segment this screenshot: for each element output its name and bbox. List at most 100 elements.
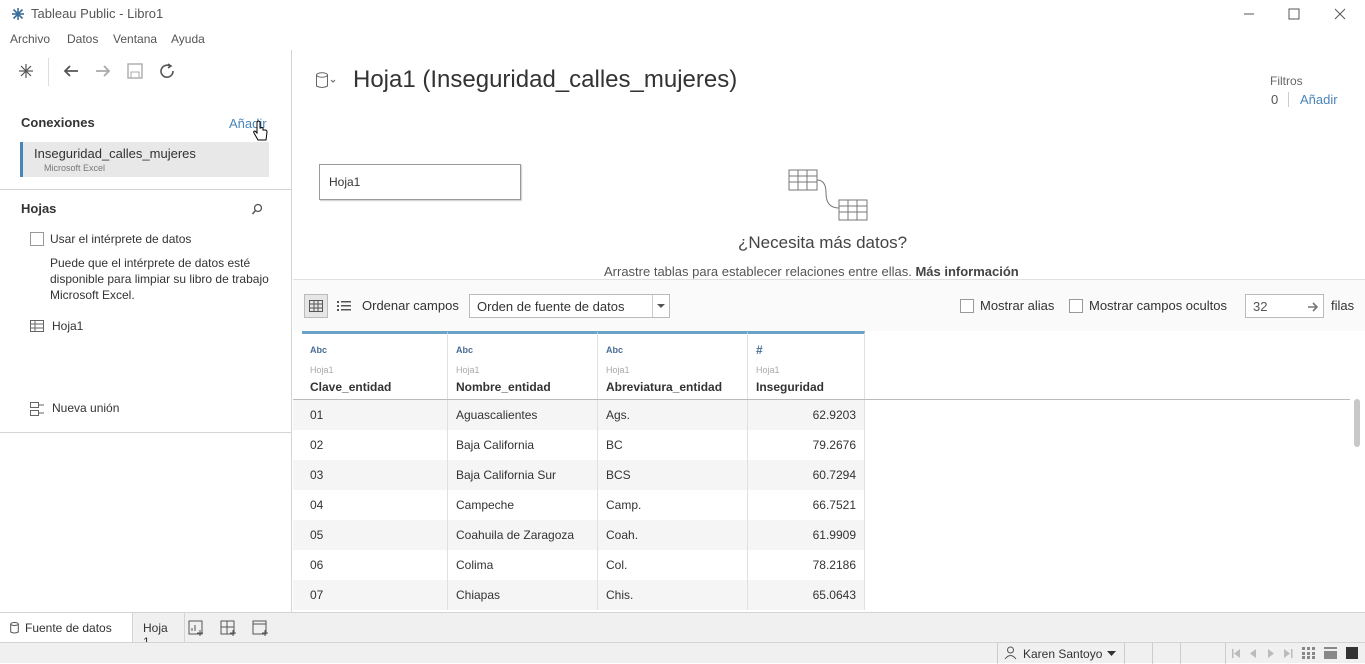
arrow-left-icon: [63, 65, 78, 77]
main-canvas: Hoja1 (Inseguridad_calles_mujeres) Filtr…: [293, 50, 1365, 612]
data-pane: Conexiones Añadir Inseguridad_calles_muj…: [0, 50, 292, 612]
interpreter-note: Puede que el intérprete de datos esté di…: [50, 256, 269, 302]
new-union-button[interactable]: Nueva unión: [30, 400, 270, 418]
table-cell: Chis.: [598, 580, 748, 610]
add-filter-link[interactable]: Añadir: [1300, 92, 1338, 107]
new-story-icon: [252, 620, 268, 636]
interpreter-checkbox[interactable]: [30, 232, 44, 246]
hand-cursor-icon: [253, 120, 268, 141]
menu-archivo[interactable]: Archivo: [10, 32, 50, 46]
column-header-nombre-entidad[interactable]: Abc Hoja1 Nombre_entidad: [448, 331, 598, 399]
list-view-icon[interactable]: [1346, 647, 1358, 659]
tab-datasource-label: Fuente de datos: [25, 621, 112, 635]
table-cell: Coahuila de Zaragoza: [448, 520, 598, 550]
sort-fields-value: Orden de fuente de datos: [477, 299, 625, 314]
rows-input[interactable]: 32: [1245, 294, 1324, 318]
column-header-abreviatura-entidad[interactable]: Abc Hoja1 Abreviatura_entidad: [598, 331, 748, 399]
tab-view-icon[interactable]: [1324, 647, 1338, 659]
column-header-clave-entidad[interactable]: Abc Hoja1 Clave_entidad: [302, 331, 448, 399]
column-header-inseguridad[interactable]: # Hoja1 Inseguridad: [748, 331, 865, 399]
tab-sheet-1[interactable]: Hoja 1: [133, 613, 185, 649]
table-cell: 61.9909: [748, 520, 865, 550]
select-divider: [652, 295, 653, 317]
grid-view-button[interactable]: [304, 294, 328, 318]
start-page-button[interactable]: [15, 60, 37, 82]
toolbar-divider: [48, 58, 49, 86]
chevron-down-icon: [657, 304, 665, 308]
new-story-button[interactable]: [252, 620, 272, 638]
grid-toolbar: Ordenar campos Orden de fuente de datos …: [293, 279, 1365, 331]
table-row: 04 Campeche Camp. 66.7521: [293, 490, 865, 520]
show-alias-label: Mostrar alias: [980, 298, 1055, 313]
save-button[interactable]: [124, 60, 146, 82]
connection-type: Microsoft Excel: [44, 163, 106, 173]
sheet-navigation-icon[interactable]: [1232, 649, 1294, 659]
status-divider: [1152, 643, 1153, 664]
datasource-title[interactable]: Hoja1 (Inseguridad_calles_mujeres): [353, 66, 737, 94]
menu-datos[interactable]: Datos: [67, 32, 98, 46]
close-button[interactable]: [1317, 0, 1363, 28]
arrow-right-icon[interactable]: [1307, 301, 1319, 313]
column-name: Inseguridad: [756, 380, 825, 394]
relationship-tables-icon: [788, 169, 868, 221]
chevron-down-icon[interactable]: [1107, 651, 1116, 657]
table-row: 06 Colima Col. 78.2186: [293, 550, 865, 580]
new-sheet-icon: [188, 620, 203, 636]
table-cell: 66.7521: [748, 490, 865, 520]
table-cell: Ags.: [598, 400, 748, 430]
filmstrip-view-icon[interactable]: [1302, 647, 1316, 659]
divider: [0, 432, 291, 433]
minimize-button[interactable]: [1226, 0, 1272, 28]
menu-ayuda[interactable]: Ayuda: [171, 32, 205, 46]
scrollbar-thumb[interactable]: [1354, 399, 1360, 447]
string-type-icon[interactable]: Abc: [456, 345, 473, 355]
divider: [0, 189, 291, 190]
tab-datasource[interactable]: Fuente de datos: [0, 613, 133, 643]
status-divider: [1225, 643, 1226, 664]
sheet-item-hoja1[interactable]: Hoja1: [30, 318, 270, 336]
table-cell: 60.7294: [748, 460, 865, 490]
table-cell: Colima: [448, 550, 598, 580]
table-cell: 01: [302, 400, 448, 430]
tableau-logo-icon: [19, 64, 33, 78]
table-cell: Coah.: [598, 520, 748, 550]
show-hidden-label: Mostrar campos ocultos: [1089, 298, 1227, 313]
number-type-icon[interactable]: #: [756, 343, 763, 357]
table-cell: 03: [302, 460, 448, 490]
table-box-hoja1[interactable]: Hoja1: [319, 164, 521, 200]
connections-title: Conexiones: [21, 115, 95, 130]
maximize-button[interactable]: [1271, 0, 1317, 28]
table-cell: 05: [302, 520, 448, 550]
table-cell: Chiapas: [448, 580, 598, 610]
column-name: Abreviatura_entidad: [606, 380, 723, 394]
filters-divider: [1288, 92, 1289, 107]
more-info-link[interactable]: Más información: [915, 264, 1018, 279]
sort-fields-select[interactable]: Orden de fuente de datos: [469, 294, 670, 318]
connection-name: Inseguridad_calles_mujeres: [34, 146, 196, 161]
list-view-button[interactable]: [334, 294, 354, 318]
refresh-icon: [160, 63, 174, 78]
undo-button[interactable]: [60, 60, 82, 82]
show-hidden-checkbox[interactable]: [1069, 299, 1083, 313]
show-alias-checkbox[interactable]: [960, 299, 974, 313]
string-type-icon[interactable]: Abc: [606, 345, 623, 355]
user-name[interactable]: Karen Santoyo: [1023, 647, 1102, 661]
sheet-tabs-bar: Fuente de datos Hoja 1: [0, 612, 1365, 649]
table-cell: 07: [302, 580, 448, 610]
table-box-label: Hoja1: [329, 175, 361, 189]
need-more-data-title: ¿Necesita más datos?: [738, 233, 908, 252]
database-icon[interactable]: [315, 72, 337, 90]
new-worksheet-button[interactable]: [188, 620, 208, 638]
status-divider: [1124, 643, 1125, 664]
filters-count: 0: [1271, 92, 1279, 107]
connection-item[interactable]: Inseguridad_calles_mujeres Microsoft Exc…: [20, 142, 269, 177]
redo-button[interactable]: [92, 60, 114, 82]
new-union-label: Nueva unión: [52, 401, 120, 415]
rows-label: filas: [1331, 298, 1355, 313]
menu-ventana[interactable]: Ventana: [113, 32, 157, 46]
search-icon[interactable]: [251, 203, 264, 216]
string-type-icon[interactable]: Abc: [310, 345, 327, 355]
refresh-button[interactable]: [156, 60, 178, 82]
new-dashboard-button[interactable]: [220, 620, 240, 638]
vertical-scrollbar[interactable]: [1350, 399, 1365, 612]
